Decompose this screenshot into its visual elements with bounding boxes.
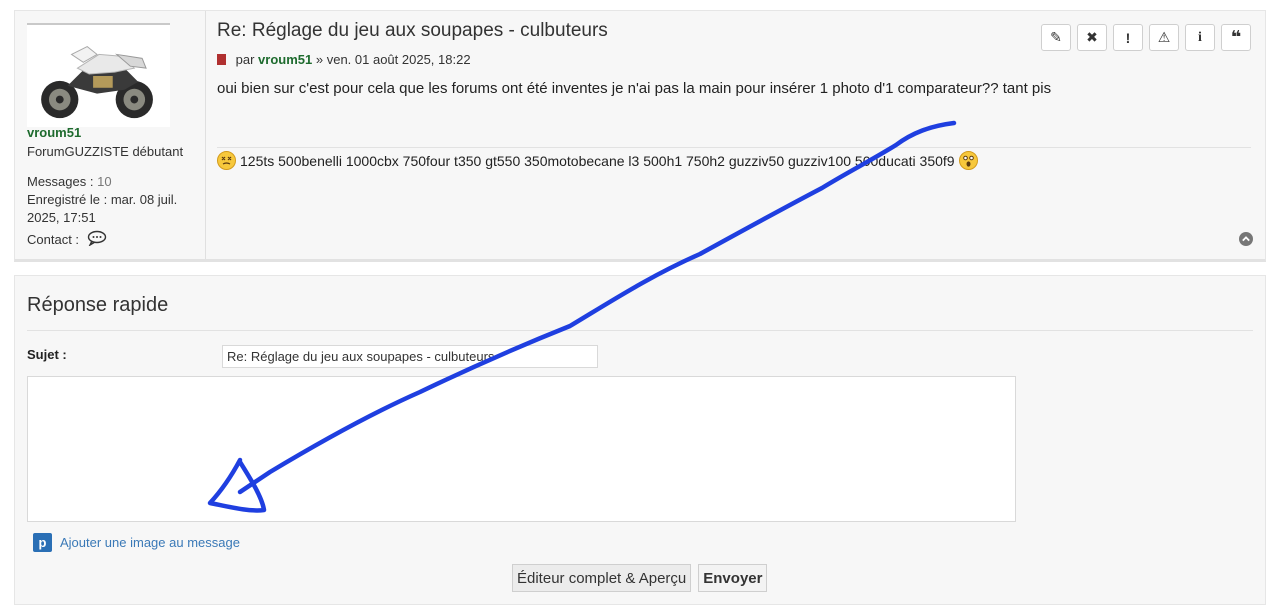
subject-label: Sujet :	[27, 347, 67, 362]
info-icon: i	[1198, 29, 1202, 45]
messages-count[interactable]: 10	[97, 174, 111, 189]
signature-text: 125ts 500benelli 1000cbx 750four t350 gt…	[240, 152, 955, 169]
warn-button[interactable]: ⚠	[1149, 24, 1179, 51]
post-author[interactable]: vroum51	[258, 52, 312, 67]
quick-reply-panel: Réponse rapide Sujet : p Ajouter une ima…	[14, 275, 1266, 605]
messages-label: Messages :	[27, 174, 94, 189]
add-image-link[interactable]: p Ajouter une image au message	[33, 533, 240, 552]
full-editor-button[interactable]: Éditeur complet & Aperçu	[512, 564, 692, 592]
post-document-icon[interactable]	[217, 54, 226, 65]
post-body: Re: Réglage du jeu aux soupapes - culbut…	[217, 11, 1265, 259]
quote-button[interactable]: ❝	[1221, 24, 1251, 51]
warning-icon: ⚠	[1157, 29, 1171, 45]
report-button[interactable]: !	[1113, 24, 1143, 51]
post-profile: vroum51 ForumGUZZISTE débutant Messages …	[15, 11, 206, 259]
close-icon: ✖	[1086, 29, 1098, 45]
subject-input[interactable]	[222, 345, 598, 368]
post-date: » ven. 01 août 2025, 18:22	[315, 52, 471, 67]
speech-bubble-icon[interactable]	[87, 230, 107, 251]
quick-reply-title: Réponse rapide	[27, 294, 169, 316]
exclamation-icon: !	[1125, 29, 1131, 46]
username[interactable]: vroum51	[27, 125, 81, 140]
motorcycle-image	[28, 25, 169, 127]
post-actions: ✎ ✖ ! ⚠ i ❝	[1041, 24, 1251, 51]
astonished-face-emoji-icon	[958, 151, 978, 170]
quick-reply-divider	[27, 330, 1253, 331]
submit-button[interactable]: Envoyer	[698, 564, 768, 592]
contact-label: Contact :	[27, 231, 80, 247]
info-button[interactable]: i	[1185, 24, 1215, 51]
registered-date: Enregistré le : mar. 08 juil. 2025, 17:5…	[27, 192, 178, 225]
forum-post: vroum51 ForumGUZZISTE débutant Messages …	[14, 10, 1266, 262]
signature-divider	[217, 147, 1251, 148]
post-title[interactable]: Re: Réglage du jeu aux soupapes - culbut…	[217, 20, 608, 42]
edit-button[interactable]: ✎	[1041, 24, 1071, 51]
post-content: oui bien sur c'est pour cela que les for…	[217, 80, 1052, 97]
post-meta: par vroum51 » ven. 01 août 2025, 18:22	[217, 52, 471, 67]
meta-prefix: par	[235, 52, 255, 67]
quote-icon: ❝	[1230, 27, 1242, 47]
pencil-icon: ✎	[1050, 29, 1062, 45]
postimage-icon: p	[33, 533, 52, 552]
delete-button[interactable]: ✖	[1077, 24, 1107, 51]
message-textarea[interactable]	[27, 376, 1016, 522]
contact-row: Contact :	[27, 230, 107, 251]
add-image-label: Ajouter une image au message	[60, 535, 240, 550]
back-to-top-icon[interactable]	[1239, 232, 1253, 246]
dizzy-face-emoji-icon	[217, 151, 236, 170]
avatar[interactable]	[27, 23, 170, 127]
user-rank: ForumGUZZISTE débutant	[27, 144, 184, 159]
messages-stat: Messages : 10	[27, 173, 112, 191]
reply-buttons: Éditeur complet & Aperçu Envoyer	[512, 564, 768, 592]
signature: 125ts 500benelli 1000cbx 750four t350 gt…	[217, 151, 978, 170]
